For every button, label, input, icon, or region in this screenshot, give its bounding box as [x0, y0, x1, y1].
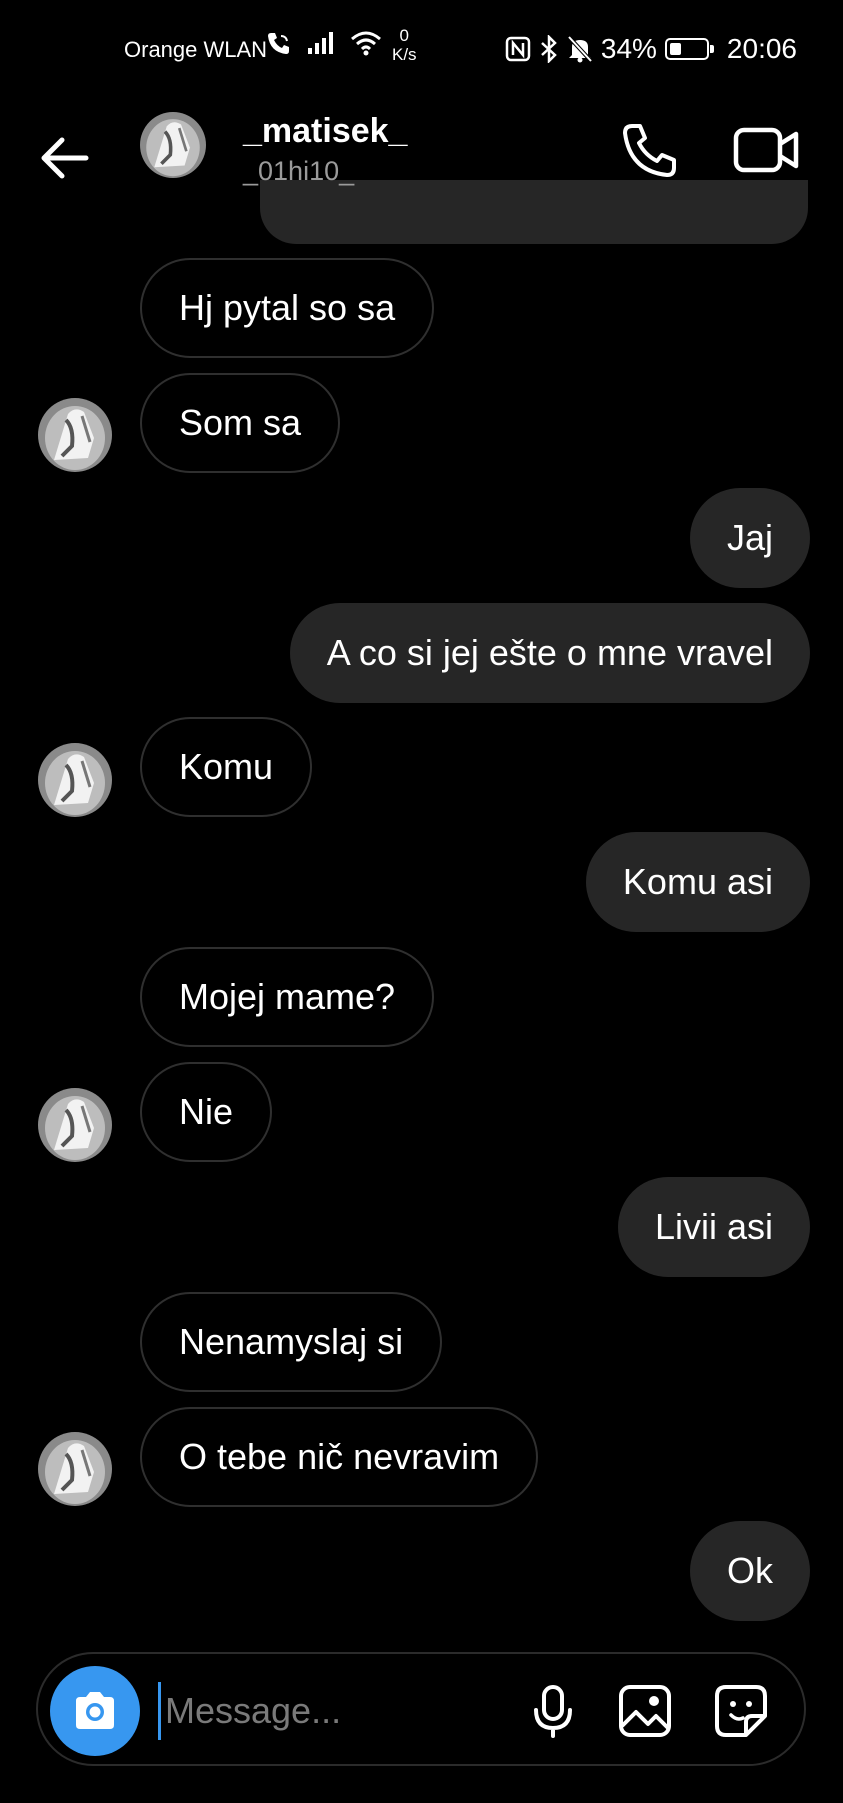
avatar-image: [140, 112, 206, 178]
phone-call-icon[interactable]: [618, 118, 682, 182]
message-input[interactable]: [158, 1682, 527, 1740]
avatar-image: [38, 743, 112, 817]
message-bubble-outgoing[interactable]: Jaj: [689, 488, 810, 588]
contact-name[interactable]: _matisek_: [243, 112, 407, 151]
sender-avatar[interactable]: [38, 1432, 112, 1506]
message-bubble-incoming[interactable]: Komu: [140, 717, 313, 817]
camera-icon: [76, 1692, 114, 1729]
message-bubble-incoming[interactable]: Hj pytal so sa: [140, 258, 435, 358]
chat-header: _matisek_ _01hi10_: [0, 100, 843, 218]
message-bubble-incoming[interactable]: Mojej mame?: [140, 947, 435, 1047]
message-bubble-outgoing[interactable]: Komu asi: [585, 832, 810, 932]
sticker-icon[interactable]: [712, 1682, 770, 1740]
message-bubble-outgoing[interactable]: A co si jej ešte o mne vravel: [289, 603, 810, 703]
message-bubble-incoming[interactable]: Nie: [140, 1062, 273, 1162]
gallery-icon[interactable]: [616, 1682, 674, 1740]
message-bubble-incoming[interactable]: O tebe nič nevravim: [140, 1407, 539, 1507]
video-call-icon[interactable]: [732, 118, 802, 182]
message-bubble-incoming[interactable]: Nenamyslaj si: [140, 1292, 443, 1392]
avatar-image: [38, 1432, 112, 1506]
avatar-image: [38, 398, 112, 472]
message-bubble-outgoing[interactable]: Livii asi: [617, 1177, 810, 1277]
avatar-image: [38, 1088, 112, 1162]
microphone-icon[interactable]: [524, 1682, 582, 1740]
sender-avatar[interactable]: [38, 398, 112, 472]
sender-avatar[interactable]: [38, 743, 112, 817]
message-composer: [36, 1652, 806, 1766]
back-arrow-icon[interactable]: [36, 128, 96, 188]
message-thread[interactable]: Hj pytal so sa Som sa Jaj A co si jej eš…: [0, 0, 843, 1640]
camera-button[interactable]: [50, 1666, 140, 1756]
contact-username[interactable]: _01hi10_: [243, 156, 354, 187]
message-bubble-incoming[interactable]: Som sa: [140, 373, 341, 473]
message-bubble-outgoing[interactable]: Ok: [689, 1521, 810, 1621]
sender-avatar[interactable]: [38, 1088, 112, 1162]
contact-avatar[interactable]: [140, 112, 206, 178]
